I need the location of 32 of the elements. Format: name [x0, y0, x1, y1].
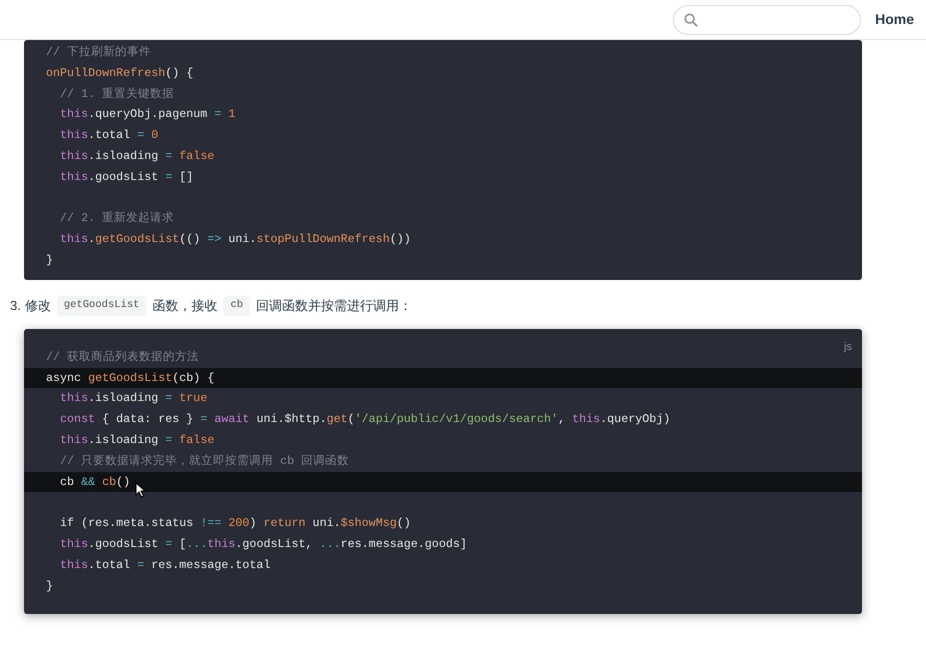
code-line: this.isloading = true [59, 390, 208, 408]
code-line: if (res.meta.status !== 200) return uni.$showMsg() [59, 515, 411, 532]
code-line: this.goodsList = [] [59, 168, 194, 186]
code-line: // 1. 重置关键数据 [59, 86, 174, 103]
step-number: 3. [10, 297, 21, 316]
code-line: this.queryObj.pagenum = 1 [59, 106, 236, 124]
inline-code: getGoodsList [56, 296, 146, 316]
step-text: 函数，接收 [152, 297, 218, 316]
code-line: } [46, 252, 54, 269]
code-line: this.goodsList = [...this.goodsList, ...res.message.goods] [59, 536, 467, 553]
code-line: const { data: res } = await uni.$http.get('/api/public/v1/goods/search', this.queryObj) [59, 411, 670, 428]
cursor-icon [135, 482, 146, 498]
language-label: js [844, 340, 852, 355]
code-line: this.isloading = false [59, 432, 214, 449]
inline-code: cb [223, 296, 250, 316]
search-field[interactable] [673, 4, 862, 34]
code-line: this.total = res.message.total [59, 556, 270, 574]
code-line: this.getGoodsList(() => uni.stopPullDownRefresh()) [59, 231, 411, 248]
step-text: 回调函数并按需进行调用： [256, 297, 412, 316]
code-line: this.isloading = false [59, 148, 214, 165]
code-line: // 下拉刷新的事件 [46, 44, 152, 61]
code-line: } [46, 578, 54, 595]
code-line: // 只要数据请求完毕，就立即按需调用 cb 回调函数 [59, 452, 350, 470]
search-icon [684, 12, 698, 28]
code-line: async getGoodsList(cb) { [46, 370, 214, 387]
code-line: cb && cb() [59, 474, 130, 491]
code-line: onPullDownRefresh() { [46, 64, 194, 82]
code-line: // 获取商品列表数据的方法 [46, 348, 200, 366]
code-line: this.total = 0 [59, 127, 158, 144]
step-text: 修改 [24, 297, 51, 316]
nav-link[interactable]: Home [875, 9, 914, 30]
code-line: // 2. 重新发起请求 [59, 210, 174, 228]
